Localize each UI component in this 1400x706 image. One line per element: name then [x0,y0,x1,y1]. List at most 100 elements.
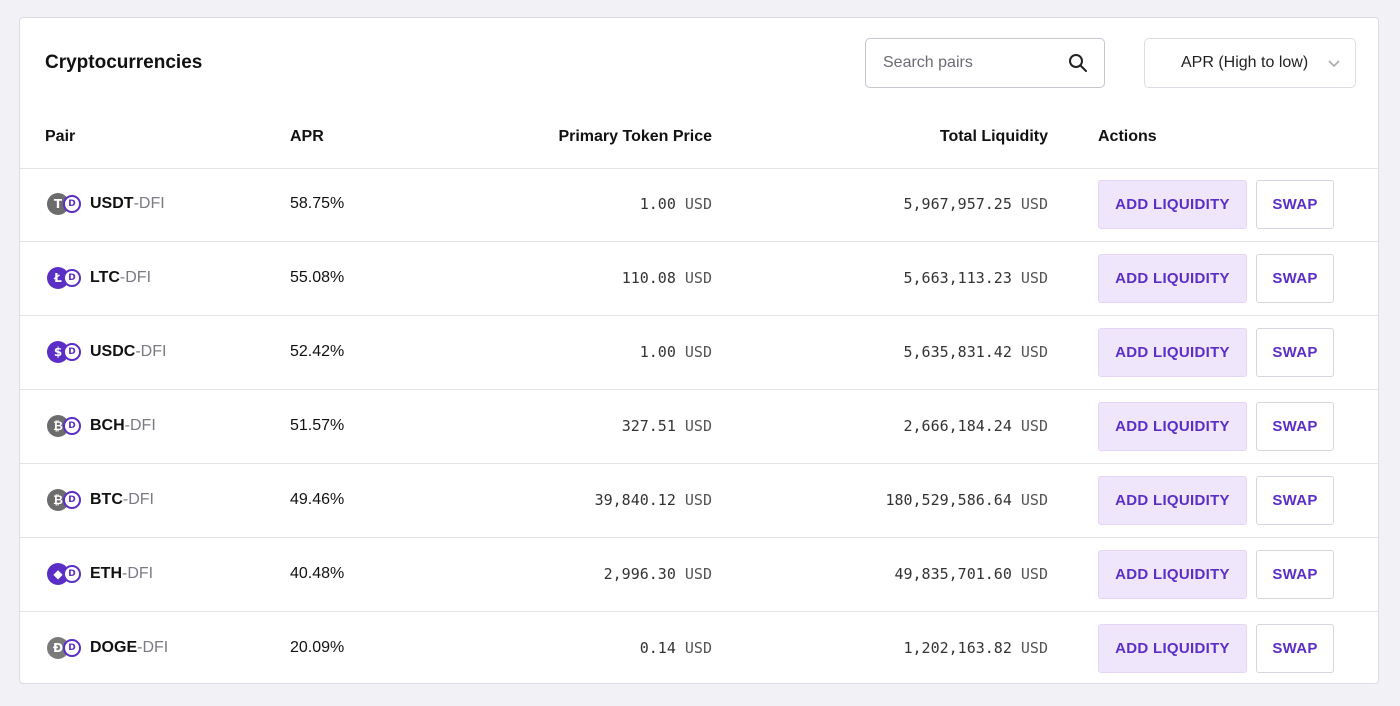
primary-token-price: 1.00 USD [640,195,712,213]
column-header-pair[interactable]: Pair [45,128,75,146]
table-body: T D USDT-DFI 58.75% 1.00 USD 5,967,957.2… [20,168,1378,683]
pair-quote: DFI [142,639,169,656]
liquidity-unit: USD [1020,565,1048,583]
liquidity-value: 180,529,586.64 [885,491,1012,509]
swap-button[interactable]: SWAP [1256,476,1334,525]
primary-token-price: 1.00 USD [640,343,712,361]
swap-button[interactable]: SWAP [1256,402,1334,451]
total-liquidity: 1,202,163.82 USD [904,639,1049,657]
sort-dropdown[interactable]: APR (High to low) [1144,38,1356,88]
price-value: 0.14 [639,639,676,657]
total-liquidity: 2,666,184.24 USD [904,417,1049,435]
pair-name: DOGE-DFI [90,639,168,657]
add-liquidity-button[interactable]: ADD LIQUIDITY [1098,624,1247,673]
table-row: T D USDT-DFI 58.75% 1.00 USD 5,967,957.2… [20,168,1378,242]
price-value: 2,996.30 [603,565,676,583]
pair-icons: Ł D [47,267,85,291]
liquidity-unit: USD [1020,269,1048,287]
liquidity-unit: USD [1020,343,1048,361]
pair-icons: T D [47,193,85,217]
table-header: Pair APR Primary Token Price Total Liqui… [20,114,1378,169]
liquidity-unit: USD [1020,491,1048,509]
pair-quote: DFI [125,269,152,286]
pair-name: ETH-DFI [90,565,153,583]
pair-symbol: ETH [90,565,122,582]
price-unit: USD [684,639,712,657]
apr-value: 20.09% [290,639,345,656]
liquidity-value: 2,666,184.24 [903,417,1012,435]
pair-symbol: DOGE [90,639,138,656]
liquidity-unit: USD [1020,195,1048,213]
pair-symbol: USDC [90,343,136,360]
pair-icons: ₿ D [47,489,85,513]
table-row: $ D USDC-DFI 52.42% 1.00 USD 5,635,831.4… [20,316,1378,390]
liquidity-value: 5,635,831.42 [903,343,1012,361]
dfi-icon: D [63,269,81,287]
apr-value: 51.57% [290,417,345,434]
primary-token-price: 110.08 USD [622,269,712,287]
table-row: ₿ D BTC-DFI 49.46% 39,840.12 USD 180,529… [20,464,1378,538]
liquidity-unit: USD [1020,639,1048,657]
add-liquidity-button[interactable]: ADD LIQUIDITY [1098,550,1247,599]
add-liquidity-button[interactable]: ADD LIQUIDITY [1098,402,1247,451]
swap-button[interactable]: SWAP [1256,180,1334,229]
liquidity-value: 5,967,957.25 [903,195,1012,213]
apr-value: 40.48% [290,565,345,582]
column-header-actions: Actions [1098,128,1157,145]
price-unit: USD [684,343,712,361]
cryptocurrencies-card: Cryptocurrencies APR (High to low) Pair … [19,17,1379,684]
price-unit: USD [684,195,712,213]
price-value: 110.08 [621,269,676,287]
dfi-icon: D [63,195,81,213]
page-title: Cryptocurrencies [45,52,203,73]
price-unit: USD [684,269,712,287]
add-liquidity-button[interactable]: ADD LIQUIDITY [1098,254,1247,303]
column-header-apr[interactable]: APR [290,128,324,146]
dfi-icon: D [63,343,81,361]
search-input[interactable] [867,40,1063,86]
primary-token-price: 327.51 USD [622,417,712,435]
swap-button[interactable]: SWAP [1256,550,1334,599]
pair-symbol: USDT [90,195,134,212]
pair-icons: $ D [47,341,85,365]
table-row: Ł D LTC-DFI 55.08% 110.08 USD 5,663,113.… [20,242,1378,316]
apr-value: 52.42% [290,343,345,360]
pair-name: BTC-DFI [90,491,154,509]
pair-quote: DFI [138,195,165,212]
total-liquidity: 180,529,586.64 USD [885,491,1048,509]
pair-name: USDC-DFI [90,343,166,361]
total-liquidity: 5,663,113.23 USD [904,269,1049,287]
pair-icons: ◆ D [47,563,85,587]
total-liquidity: 49,835,701.60 USD [894,565,1048,583]
table-row: ₿ D BCH-DFI 51.57% 327.51 USD 2,666,184.… [20,390,1378,464]
pair-symbol: BTC [90,491,123,508]
dfi-icon: D [63,417,81,435]
apr-value: 55.08% [290,269,345,286]
total-liquidity: 5,635,831.42 USD [904,343,1049,361]
pair-icons: ₿ D [47,415,85,439]
chevron-down-icon [1328,60,1340,68]
search-icon[interactable] [1068,53,1088,73]
liquidity-unit: USD [1020,417,1048,435]
add-liquidity-button[interactable]: ADD LIQUIDITY [1098,476,1247,525]
dfi-icon: D [63,491,81,509]
dfi-icon: D [63,639,81,657]
swap-button[interactable]: SWAP [1256,624,1334,673]
liquidity-value: 5,663,113.23 [903,269,1012,287]
liquidity-value: 49,835,701.60 [894,565,1012,583]
primary-token-price: 0.14 USD [640,639,712,657]
pair-name: LTC-DFI [90,269,151,287]
column-header-total-liquidity[interactable]: Total Liquidity [940,128,1048,146]
apr-value: 49.46% [290,491,345,508]
pair-name: USDT-DFI [90,195,165,213]
liquidity-value: 1,202,163.82 [903,639,1012,657]
add-liquidity-button[interactable]: ADD LIQUIDITY [1098,180,1247,229]
price-value: 1.00 [639,343,676,361]
column-header-primary-token-price[interactable]: Primary Token Price [558,128,712,146]
swap-button[interactable]: SWAP [1256,328,1334,377]
pair-quote: DFI [130,417,156,434]
add-liquidity-button[interactable]: ADD LIQUIDITY [1098,328,1247,377]
swap-button[interactable]: SWAP [1256,254,1334,303]
search-box[interactable] [865,38,1105,88]
pair-name: BCH-DFI [90,417,156,435]
